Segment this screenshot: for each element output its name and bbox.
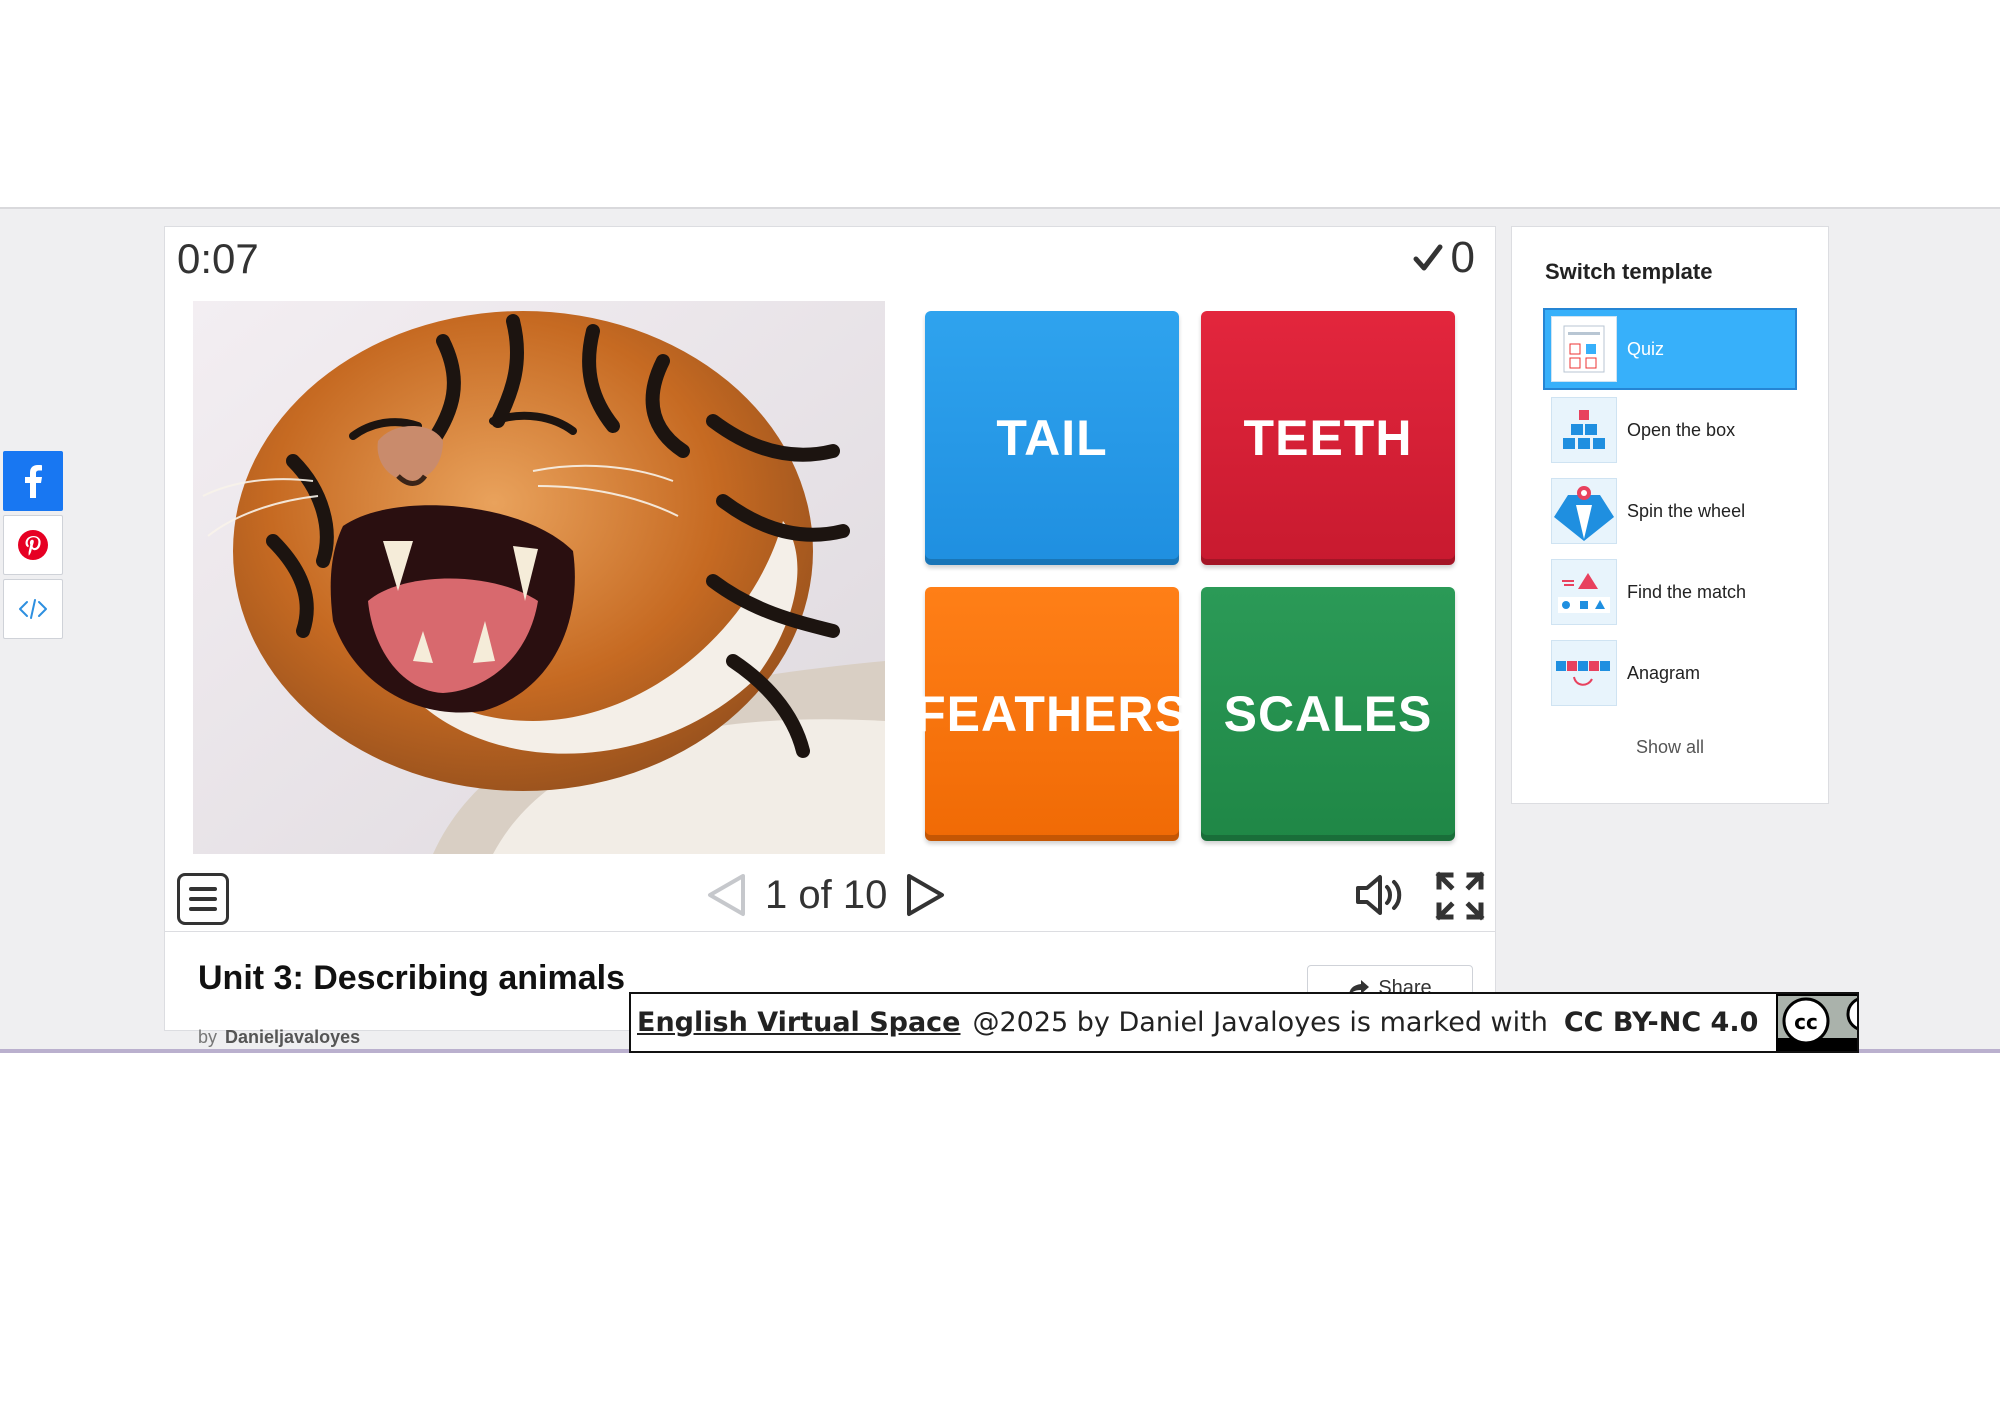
template-anagram[interactable]: Anagram <box>1545 634 1795 712</box>
pinterest-icon <box>18 530 48 560</box>
pager-text: 1 of 10 <box>765 873 887 918</box>
embed-code-icon <box>19 599 47 619</box>
template-open-the-box[interactable]: Open the box <box>1545 391 1795 469</box>
pager-total: 10 <box>842 872 888 917</box>
pager: 1 of 10 <box>705 863 947 927</box>
template-quiz[interactable]: Quiz <box>1543 308 1797 390</box>
pinterest-share-button[interactable] <box>3 515 63 575</box>
menu-icon-bar <box>189 907 217 911</box>
template-label: Find the match <box>1627 581 1747 602</box>
fullscreen-icon <box>1435 871 1485 921</box>
open-the-box-icon <box>1551 397 1617 463</box>
answer-tile-2[interactable]: TEETH <box>1201 311 1455 565</box>
answer-grid: TAIL TEETH FEATHERS SCALES <box>915 311 1455 851</box>
speaker-icon <box>1356 875 1402 915</box>
svg-text:cc: cc <box>1795 1010 1819 1034</box>
byline: by Danieljavaloyes <box>198 1027 360 1048</box>
anagram-icon <box>1551 640 1617 706</box>
game-controls: 1 of 10 <box>165 863 1495 927</box>
top-area <box>0 0 2000 207</box>
timer: 0:07 <box>177 235 259 282</box>
previous-icon[interactable] <box>705 873 747 917</box>
checkmark-icon <box>1413 244 1443 271</box>
switch-template-panel: Switch template Quiz Open the box Spin t… <box>1511 226 1829 804</box>
menu-icon-bar <box>189 887 217 891</box>
facebook-icon <box>25 465 42 498</box>
sound-button[interactable] <box>1355 873 1405 922</box>
game-panel: 0:07 0 TAIL TEETH FEATHERS SCALES 1 of 1… <box>164 226 1496 1047</box>
template-label: Quiz <box>1627 338 1665 359</box>
fullscreen-button[interactable] <box>1435 871 1485 926</box>
answer-tile-1[interactable]: TAIL <box>925 311 1179 565</box>
divider <box>165 931 1495 932</box>
switch-template-heading: Switch template <box>1545 259 1713 284</box>
embed-share-button[interactable] <box>3 579 63 639</box>
show-all-link[interactable]: Show all <box>1512 737 1828 758</box>
share-sidebar <box>3 451 63 643</box>
menu-button[interactable] <box>177 873 229 925</box>
template-label: Open the box <box>1627 419 1736 440</box>
cc-by-nc-badge[interactable]: cc $ BY NC <box>1776 994 1859 1051</box>
license-text: @2025 by Daniel Javaloyes is marked with <box>972 1007 1548 1038</box>
template-label: Anagram <box>1627 662 1701 683</box>
pager-of: of <box>798 872 832 917</box>
license-banner: English Virtual Space @2025 by Daniel Ja… <box>629 992 1859 1053</box>
license-cc[interactable]: CC BY-NC 4.0 <box>1564 1007 1759 1038</box>
tiger-illustration <box>193 301 885 854</box>
activity-title: Unit 3: Describing animals <box>198 959 625 997</box>
svg-text:BY: BY <box>1857 1039 1859 1050</box>
score: 0 <box>1413 233 1475 283</box>
next-icon[interactable] <box>905 873 947 917</box>
spin-the-wheel-icon <box>1551 478 1617 544</box>
quiz-icon <box>1551 316 1617 382</box>
template-label: Spin the wheel <box>1627 500 1746 521</box>
template-find-the-match[interactable]: Find the match <box>1545 553 1795 631</box>
answer-tile-4[interactable]: SCALES <box>1201 587 1455 841</box>
bottom-area <box>0 1053 2000 1414</box>
template-spin-the-wheel[interactable]: Spin the wheel <box>1545 472 1795 550</box>
author-link[interactable]: Danieljavaloyes <box>225 1027 360 1047</box>
score-value: 0 <box>1450 233 1475 282</box>
question-image-tiger <box>193 301 885 854</box>
facebook-share-button[interactable] <box>3 451 63 511</box>
menu-icon-bar <box>189 897 217 901</box>
find-the-match-icon <box>1551 559 1617 625</box>
license-site-link[interactable]: English Virtual Space <box>637 1007 961 1038</box>
by-label: by <box>198 1027 218 1047</box>
answer-tile-3[interactable]: FEATHERS <box>915 587 1188 841</box>
pager-current: 1 <box>765 872 788 917</box>
